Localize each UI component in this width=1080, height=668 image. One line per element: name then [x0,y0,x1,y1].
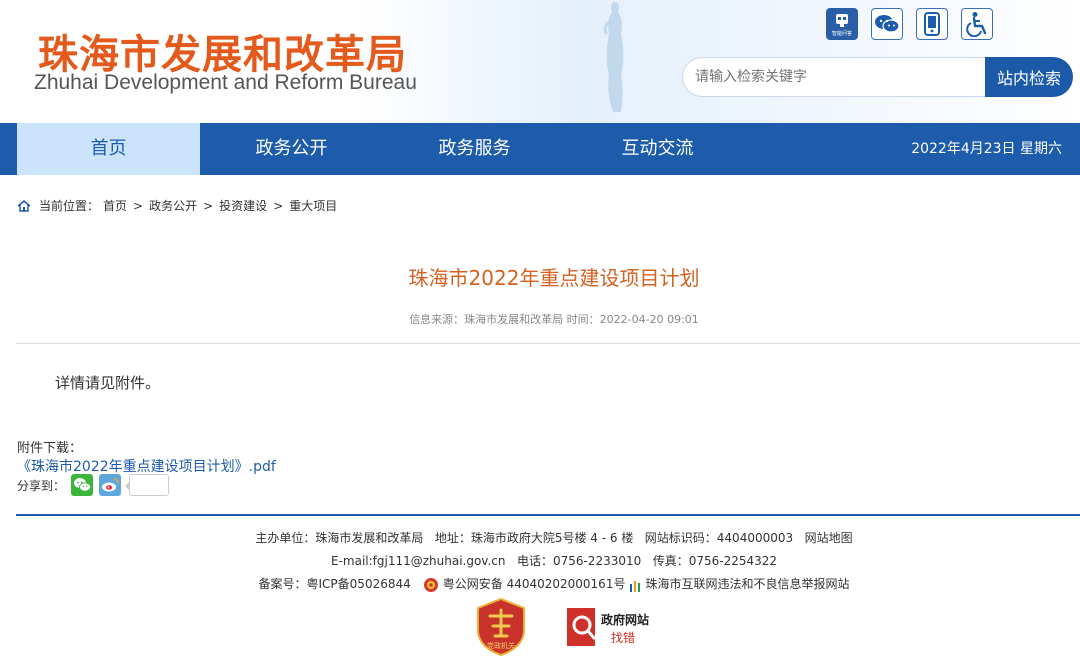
gov-site-badge-subtitle: 找错 [611,631,635,645]
breadcrumb-item-home[interactable]: 首页 [103,197,127,214]
share-label: 分享到： [17,478,66,493]
site-footer: 主办单位：珠海市发展和改革局 地址：珠海市政府大院5号楼 4 - 6 楼 网站标… [0,527,1080,596]
home-icon [17,199,31,212]
attachment-pdf-link[interactable]: 《珠海市2022年重点建设项目计划》.pdf [17,456,276,476]
breadcrumb-item-gov-public[interactable]: 政务公开 [149,197,197,214]
illegal-info-report-link[interactable]: 珠海市互联网违法和不良信息举报网站 [645,573,849,596]
icp-record-link[interactable]: 备案号：粤ICP备05026844 [259,573,411,596]
footer-line-contact: E-mail:fgj111@zhuhai.gov.cn 电话：0756-2233… [330,554,778,568]
share-bar: 分享到： [17,474,170,496]
main-nav: 首页 政务公开 政务服务 互动交流 2022年4月23日 星期六 [0,123,1080,175]
footer-badges: 党政机关 政府网站 找错 [475,598,661,656]
wechat-icon[interactable] [871,8,903,40]
smart-qa-label: 智能问答 [832,30,852,37]
police-badge-icon [423,577,438,592]
site-header: 珠海市发展和改革局 Zhuhai Development and Reform … [0,0,1080,123]
gov-site-badge-title: 政府网站 [601,612,649,627]
breadcrumb-separator: > [133,198,144,213]
breadcrumb-prefix: 当前位置： [39,199,100,213]
breadcrumb-separator: > [203,198,214,213]
accessibility-icon[interactable] [961,8,993,40]
article-divider [16,343,1080,344]
article-body: 详情请见附件。 [55,374,161,392]
attachment-label: 附件下载： [17,441,83,456]
nav-item-gov-services[interactable]: 政务服务 [383,123,566,175]
search-button[interactable]: 站内检索 [985,57,1073,97]
breadcrumb-separator: > [273,198,284,213]
smart-qa-icon[interactable]: 智能问答 [826,8,858,40]
article-meta: 信息来源：珠海市发展和改革局 时间：2022-04-20 09:01 [409,313,699,326]
breadcrumb-item-investment[interactable]: 投资建设 [219,197,267,214]
nav-item-interaction[interactable]: 互动交流 [566,123,749,175]
search-input[interactable] [682,57,986,97]
gov-site-error-report-icon[interactable]: 政府网站 找错 [565,604,661,650]
article-title: 珠海市2022年重点建设项目计划 [408,266,700,290]
party-gov-badge-label: 党政机关 [487,641,515,650]
fisher-girl-statue-image [603,2,624,112]
nav-item-home[interactable]: 首页 [17,123,200,175]
current-date: 2022年4月23日 星期六 [911,141,1062,157]
breadcrumb-item-major-projects[interactable]: 重大项目 [289,197,337,214]
share-wechat-icon[interactable] [71,474,94,496]
footer-line-organizer: 主办单位：珠海市发展和改革局 地址：珠海市政府大院5号楼 4 - 6 楼 网站标… [255,531,853,545]
top-icon-bar: 智能问答 [826,8,993,40]
footer-divider [16,514,1080,516]
report-site-icon [630,580,641,592]
share-count-box[interactable] [125,474,170,496]
mobile-icon[interactable] [916,8,948,40]
police-record-link[interactable]: 粤公网安备 44040202000161号 [443,573,626,596]
site-logo-english: Zhuhai Development and Reform Bureau [34,71,417,94]
breadcrumb: 当前位置： 首页 > 政务公开 > 投资建设 > 重大项目 [17,197,337,214]
share-weibo-icon[interactable] [99,474,122,496]
nav-item-gov-affairs-public[interactable]: 政务公开 [200,123,383,175]
footer-line-registration: 备案号：粤ICP备05026844 粤公网安备 44040202000161号 … [0,573,1080,596]
party-gov-badge-icon[interactable]: 党政机关 [475,598,527,656]
